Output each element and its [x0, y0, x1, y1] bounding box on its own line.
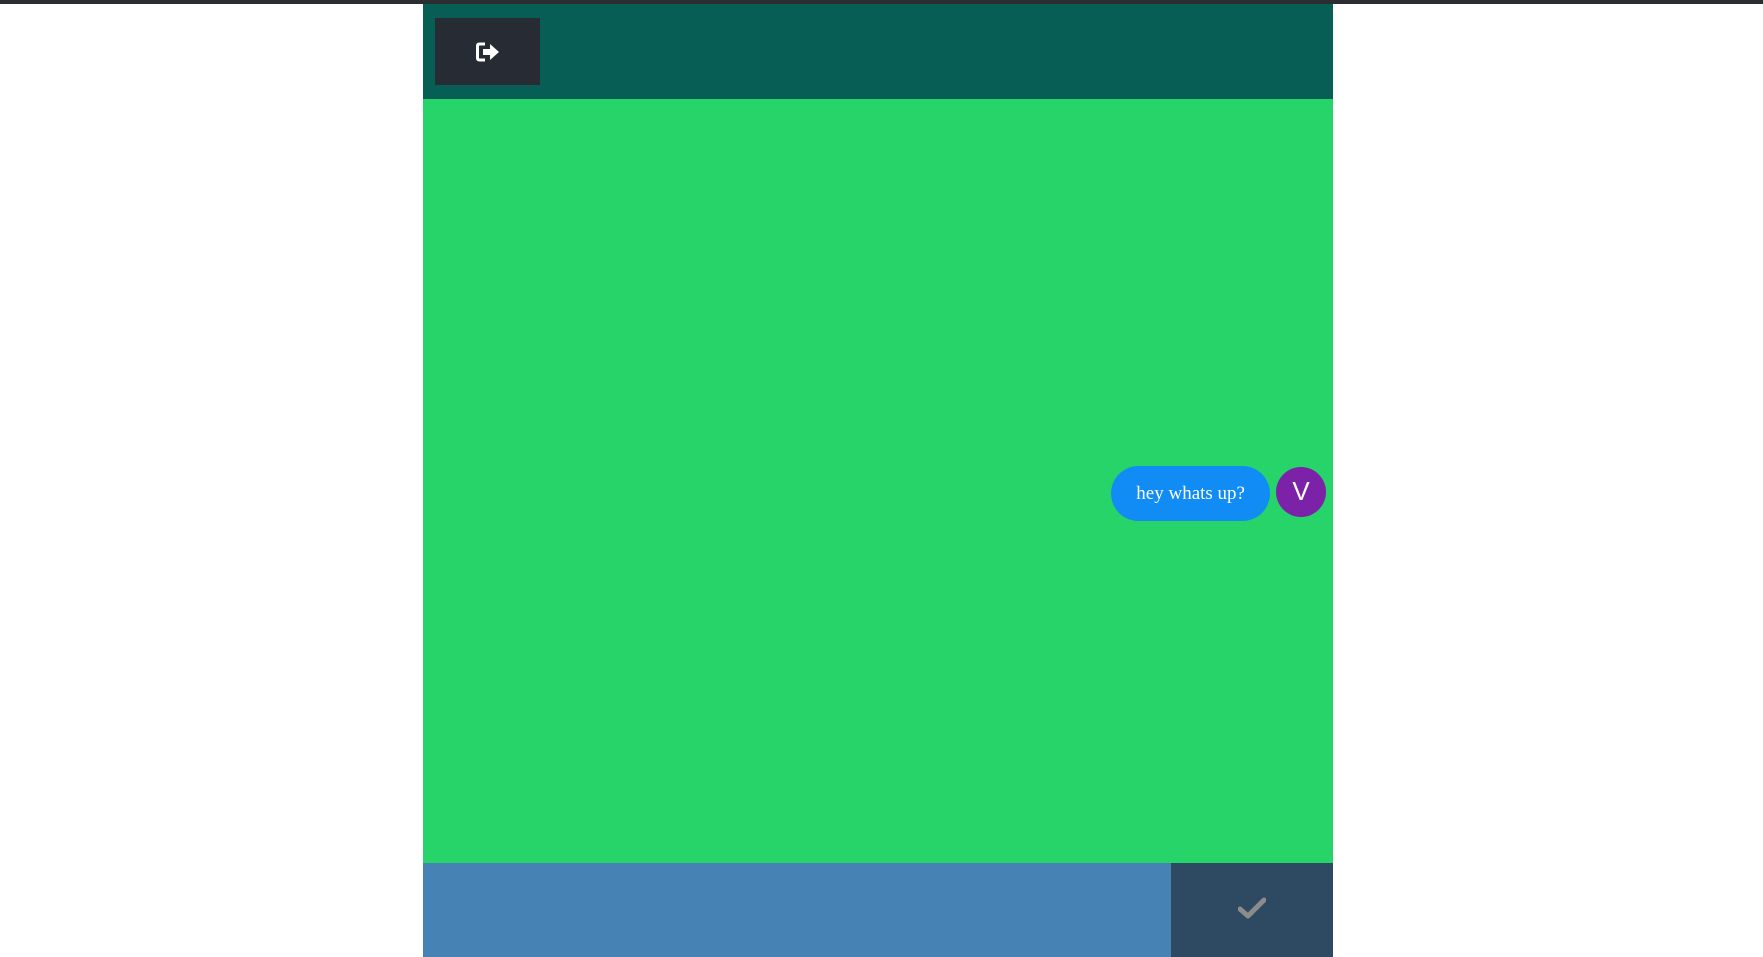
- message-input[interactable]: [423, 863, 1171, 957]
- message-item: hey whats up? V: [1111, 466, 1326, 521]
- check-icon: [1237, 897, 1267, 924]
- chat-header: [423, 4, 1333, 99]
- message-list: hey whats up? V: [423, 99, 1333, 863]
- sign-out-icon: [475, 41, 501, 63]
- message-composer: [423, 863, 1333, 957]
- message-bubble: hey whats up?: [1111, 466, 1270, 521]
- logout-button[interactable]: [435, 18, 540, 85]
- avatar: V: [1276, 466, 1326, 517]
- chat-app: hey whats up? V: [423, 4, 1333, 957]
- send-button[interactable]: [1171, 863, 1333, 957]
